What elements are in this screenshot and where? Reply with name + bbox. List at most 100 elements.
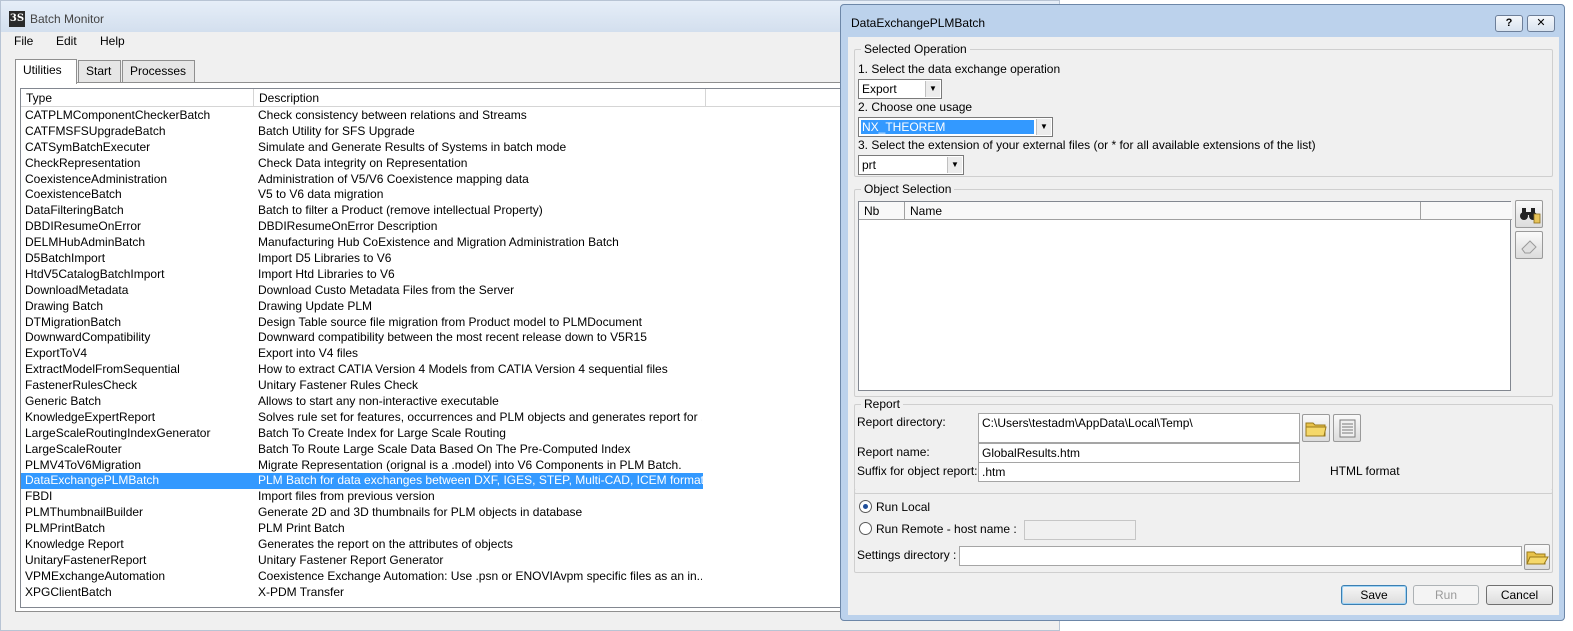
list-item-description: Export into V4 files [258,346,359,361]
column-header-description[interactable]: Description [254,89,706,107]
run-remote-radio[interactable] [859,522,872,535]
list-item-type: VPMExchangeAutomation [25,568,166,583]
object-table[interactable]: Nb Name [858,201,1512,391]
browse-directory-button[interactable] [1302,414,1330,442]
list-item[interactable]: PLMThumbnailBuilder Generate 2D and 3D th… [21,505,844,521]
extension-select[interactable]: prt ▼ [858,155,964,175]
list-item[interactable]: CheckRepresentation Check Data integrity … [21,156,844,172]
column-header-nb[interactable]: Nb [859,202,905,220]
step2-label: 2. Choose one usage [858,100,973,114]
cancel-button-label: Cancel [1500,588,1539,602]
save-button[interactable]: Save [1341,585,1407,605]
list-item-description: Administration of V5/V6 Coexistence mapp… [258,171,529,186]
document-icon [1339,419,1356,438]
menu-file-label: File [14,34,34,48]
list-item[interactable]: FBDI Import files from previous version [21,489,844,505]
tab-utilities[interactable]: Utilities [15,59,77,84]
list-item[interactable]: DataExchangePLMBatch PLM Batch for data e… [21,473,844,490]
help-button[interactable]: ? [1495,15,1523,32]
view-report-button[interactable] [1333,414,1361,442]
cancel-button[interactable]: Cancel [1486,585,1553,605]
close-icon: ✕ [1536,17,1546,29]
usage-value: NX_THEOREM [862,120,946,134]
list-item[interactable]: ExtractModelFromSequential How to extract… [21,362,844,378]
list-item-type: ExtractModelFromSequential [25,362,180,377]
list-item-description: PLM Print Batch [258,521,345,536]
list-item-description: Import files from previous version [258,489,435,504]
operation-select[interactable]: Export ▼ [858,79,942,99]
run-remote-label[interactable]: Run Remote - host name : [876,522,1017,536]
usage-select[interactable]: NX_THEOREM ▼ [858,117,1053,137]
list-item[interactable]: DownwardCompatibility Downward compatibil… [21,330,844,346]
close-button[interactable]: ✕ [1527,15,1555,32]
list-item[interactable]: PLMV4ToV6Migration Migrate Representation… [21,458,844,474]
list-item-description: Unitary Fastener Rules Check [258,378,419,393]
menu-edit[interactable]: Edit [56,34,77,48]
tab-processes-label: Processes [130,64,187,78]
list-item-description: Simulate and Generate Results of Systems… [258,139,567,154]
clear-objects-button[interactable] [1515,231,1543,259]
host-name-input[interactable] [1024,520,1136,540]
list-item-type: CoexistenceBatch [25,187,122,202]
list-item-description: Check consistency between relations and … [258,108,527,122]
list-item[interactable]: Drawing Batch Drawing Update PLM [21,299,844,315]
list-item-description: Migrate Representation (orignal is a .mo… [258,457,682,472]
list-item[interactable]: DELMHubAdminBatch Manufacturing Hub CoExi… [21,235,844,251]
list-item-description: Batch Utility for SFS Upgrade [258,123,415,138]
list-item-type: DownloadMetadata [25,282,129,297]
list-item[interactable]: DTMigrationBatch Design Table source file… [21,315,844,331]
tab-start[interactable]: Start [78,60,121,83]
list-item[interactable]: PLMPrintBatch PLM Print Batch [21,521,844,537]
browse-settings-button[interactable] [1524,544,1550,570]
list-item[interactable]: CoexistenceAdministration Administration … [21,172,844,188]
list-item-type: HtdV5CatalogBatchImport [25,266,165,281]
menu-file[interactable]: File [14,34,33,48]
column-type-label: Type [26,91,53,105]
list-item-description: Drawing Update PLM [258,298,373,313]
column-header-type[interactable]: Type [21,89,254,107]
list-item[interactable]: CATPLMComponentCheckerBatch Check consist… [21,108,844,124]
list-item[interactable]: ExportToV4 Export into V4 files [21,346,844,362]
list-item[interactable]: DBDIResumeOnError DBDIResumeOnError Descr… [21,219,844,235]
run-local-label[interactable]: Run Local [876,500,930,514]
list-item-type: DownwardCompatibility [25,330,151,345]
list-header: Type Description [21,89,844,107]
list-item[interactable]: CATSymBatchExecuter Simulate and Generate… [21,140,844,156]
chevron-down-icon: ▼ [1036,119,1051,135]
list-item-type: LargeScaleRoutingIndexGenerator [25,425,211,440]
list-item-description: Design Table source file migration from … [258,314,642,329]
list-item-description: PLM Batch for data exchanges between DXF… [254,473,703,490]
list-item[interactable]: XPGClientBatch X-PDM Transfer [21,585,844,601]
menu-help[interactable]: Help [100,34,125,48]
list-item[interactable]: Knowledge Report Generates the report on … [21,537,844,553]
list-item[interactable]: UnitaryFastenerReport Unitary Fastener Re… [21,553,844,569]
list-item[interactable]: VPMExchangeAutomation Coexistence Exchang… [21,569,844,585]
list-item[interactable]: FastenerRulesCheck Unitary Fastener Rules… [21,378,844,394]
list-item[interactable]: KnowledgeExpertReport Solves rule set for… [21,410,844,426]
list-item[interactable]: CATFMSFSUpgradeBatch Batch Utility for SF… [21,124,844,140]
run-button[interactable]: Run [1413,585,1479,605]
search-objects-button[interactable] [1515,200,1543,228]
list-item[interactable]: LargeScaleRoutingIndexGenerator Batch To … [21,426,844,442]
list-item-description: Check Data integrity on Representation [258,155,468,170]
list-item-type: PLMThumbnailBuilder [25,505,144,520]
list-item[interactable]: DownloadMetadata Download Custo Metadata … [21,283,844,299]
list-item[interactable]: DataFilteringBatch Batch to filter a Prod… [21,203,844,219]
list-item[interactable]: D5BatchImport Import D5 Libraries to V6 [21,251,844,267]
settings-directory-input[interactable] [959,546,1522,566]
column-header-name[interactable]: Name [905,202,1421,220]
eraser-icon [1521,240,1537,254]
tab-processes[interactable]: Processes [122,60,195,83]
report-directory-input[interactable]: C:\Users\testadm\AppData\Local\Temp\ [978,413,1300,443]
suffix-input[interactable]: .htm [978,462,1300,482]
list-item[interactable]: HtdV5CatalogBatchImport Import Htd Librar… [21,267,844,283]
group-label-object-selection: Object Selection [861,182,955,196]
run-local-radio[interactable] [859,500,872,513]
list-item[interactable]: Generic Batch Allows to start any non-int… [21,394,844,410]
report-name-input[interactable]: GlobalResults.htm [978,443,1300,463]
list-item-type: CoexistenceAdministration [25,171,168,186]
utilities-list[interactable]: Type Description CATPLMComponentCheckerB… [20,88,845,608]
list-item-type: D5BatchImport [25,251,106,266]
list-item[interactable]: CoexistenceBatch V5 to V6 data migration [21,187,844,203]
list-item[interactable]: LargeScaleRouter Batch To Route Large Sca… [21,442,844,458]
